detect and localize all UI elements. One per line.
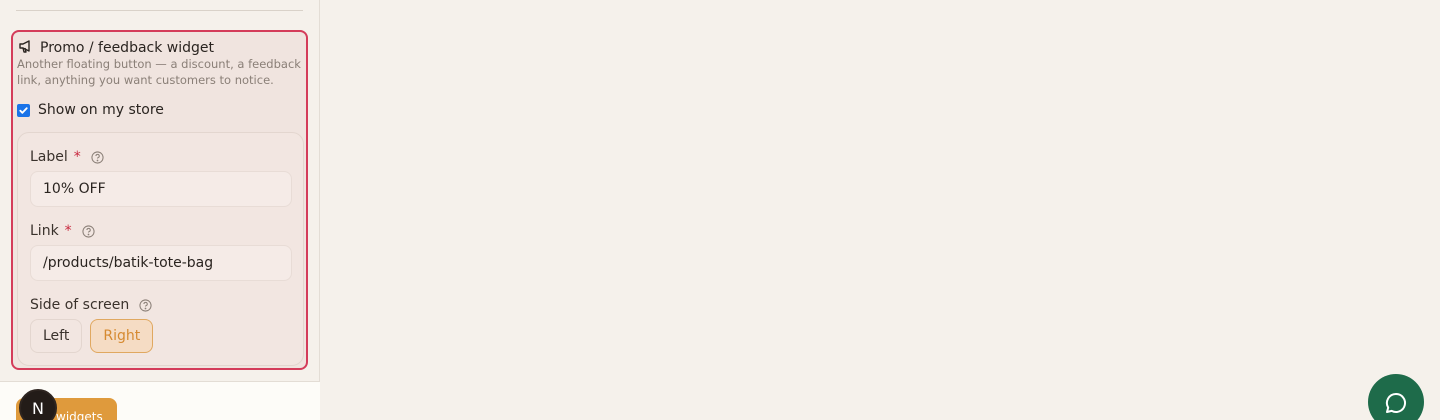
side-toggle-group: Left Right bbox=[30, 319, 154, 353]
side-field-label: Side of screen bbox=[30, 297, 152, 313]
chat-bubble-icon bbox=[1385, 392, 1407, 413]
show-on-store-checkbox[interactable] bbox=[17, 103, 30, 117]
label-field-text: Label bbox=[30, 149, 68, 165]
required-mark: * bbox=[64, 223, 72, 239]
show-on-store-row[interactable]: Show on my store bbox=[17, 102, 164, 118]
link-field-label: Link * bbox=[30, 223, 95, 239]
card-description: Another floating button — a discount, a … bbox=[17, 57, 301, 87]
card-header: Promo / feedback widget bbox=[18, 38, 214, 58]
avatar[interactable]: N bbox=[19, 389, 57, 420]
widget-settings-panel: Label * Link * Side of screen Left Right bbox=[17, 132, 304, 366]
label-input[interactable] bbox=[30, 171, 292, 207]
help-icon[interactable] bbox=[91, 150, 104, 164]
promo-widget-card: Promo / feedback widget Another floating… bbox=[11, 30, 308, 370]
label-field-label: Label * bbox=[30, 149, 104, 165]
show-on-store-label: Show on my store bbox=[38, 102, 164, 118]
side-field-text: Side of screen bbox=[30, 297, 130, 313]
help-icon[interactable] bbox=[139, 298, 152, 312]
side-left-button[interactable]: Left bbox=[30, 319, 83, 353]
link-input[interactable] bbox=[30, 245, 292, 281]
card-title: Promo / feedback widget bbox=[40, 40, 215, 56]
required-mark: * bbox=[73, 149, 81, 165]
link-field-text: Link bbox=[30, 223, 59, 239]
chat-launcher-button[interactable] bbox=[1368, 374, 1424, 420]
divider bbox=[16, 10, 303, 11]
sidebar-panel: Promo / feedback widget Another floating… bbox=[0, 0, 320, 420]
help-icon[interactable] bbox=[82, 224, 95, 238]
side-right-button[interactable]: Right bbox=[90, 319, 154, 353]
megaphone-icon bbox=[18, 38, 34, 58]
